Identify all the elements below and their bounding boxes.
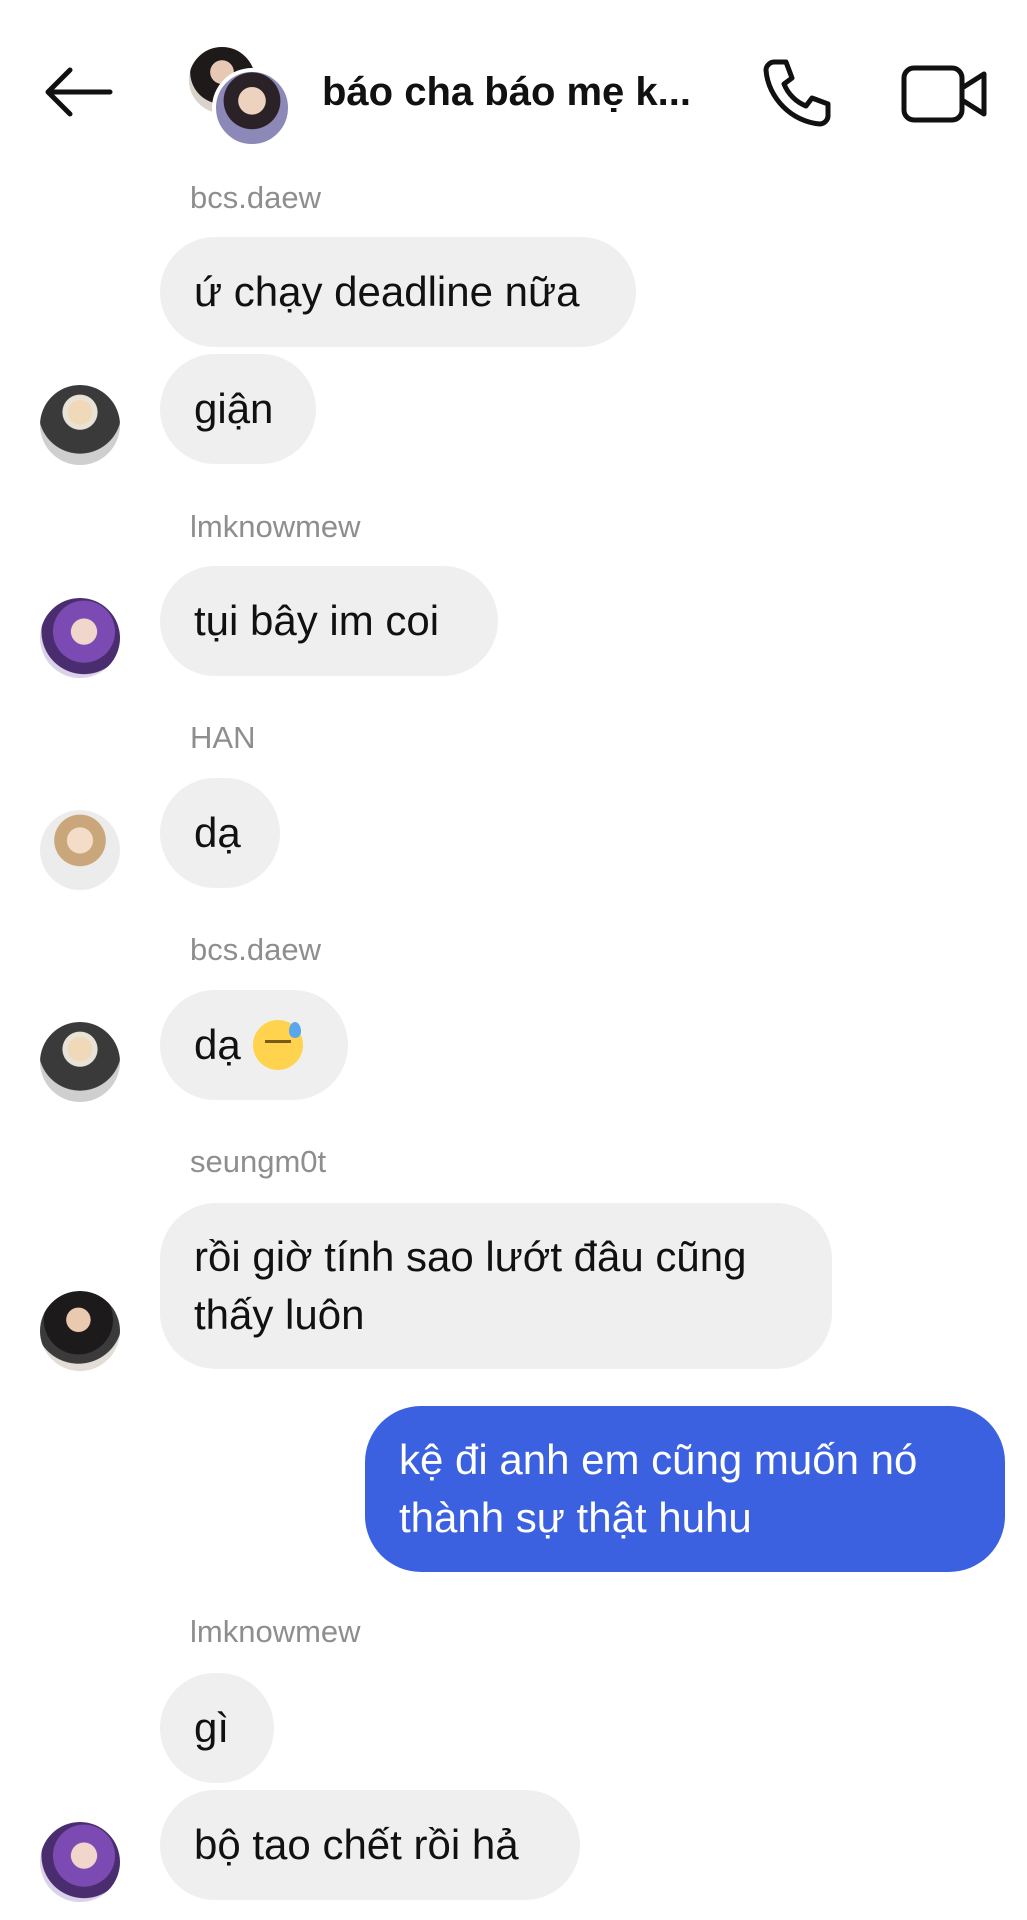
arrow-left-icon bbox=[45, 67, 113, 117]
message-text: tụi bây im coi bbox=[194, 597, 440, 644]
sender-name: lmknowmew bbox=[190, 1614, 361, 1649]
message-text: rồi giờ tính sao lướt đâu cũng bbox=[194, 1233, 747, 1280]
video-call-button[interactable] bbox=[900, 58, 990, 130]
message-bubble[interactable]: dạ bbox=[160, 778, 280, 888]
avatar[interactable] bbox=[40, 810, 120, 890]
avatar[interactable] bbox=[40, 598, 120, 678]
message-text: kệ đi anh em cũng muốn nó bbox=[399, 1436, 918, 1483]
avatar[interactable] bbox=[40, 1822, 120, 1902]
avatar[interactable] bbox=[40, 385, 120, 465]
chat-header: báo cha báo mẹ k... bbox=[0, 0, 1027, 180]
avatar[interactable] bbox=[40, 1022, 120, 1102]
message-text: thành sự thật huhu bbox=[399, 1494, 752, 1541]
message-bubble[interactable]: tụi bây im coi bbox=[160, 566, 498, 676]
message-text: bộ tao chết rồi hả bbox=[194, 1821, 519, 1868]
back-button[interactable] bbox=[40, 60, 120, 124]
video-camera-icon bbox=[901, 65, 987, 123]
message-text: thấy luôn bbox=[194, 1291, 365, 1338]
my-message-bubble[interactable]: kệ đi anh em cũng muốn nó thành sự thật … bbox=[365, 1406, 1005, 1572]
message-text: gì bbox=[194, 1704, 230, 1751]
message-text-block: kệ đi anh em cũng muốn nó thành sự thật … bbox=[399, 1431, 917, 1547]
phone-icon bbox=[763, 59, 831, 127]
group-avatar[interactable] bbox=[186, 44, 292, 148]
message-text-block: rồi giờ tính sao lướt đâu cũng thấy luôn bbox=[194, 1228, 747, 1344]
sender-name: HAN bbox=[190, 720, 256, 755]
sender-name: seungm0t bbox=[190, 1144, 327, 1179]
message-text: ứ chạy deadline nữa bbox=[194, 268, 580, 315]
message-bubble[interactable]: rồi giờ tính sao lướt đâu cũng thấy luôn bbox=[160, 1203, 832, 1369]
message-bubble[interactable]: dạ bbox=[160, 990, 348, 1100]
call-button[interactable] bbox=[760, 54, 836, 130]
message-text: giận bbox=[194, 385, 274, 432]
downcast-face-with-sweat-icon bbox=[252, 1020, 303, 1070]
sender-name: bcs.daew bbox=[190, 932, 321, 967]
message-bubble[interactable]: giận bbox=[160, 354, 316, 464]
chat-title[interactable]: báo cha báo mẹ k... bbox=[322, 64, 722, 120]
avatar[interactable] bbox=[40, 1291, 120, 1371]
message-bubble[interactable]: ứ chạy deadline nữa bbox=[160, 237, 636, 347]
message-text: dạ bbox=[194, 809, 241, 856]
message-text: dạ bbox=[194, 1021, 241, 1068]
message-bubble[interactable]: bộ tao chết rồi hả bbox=[160, 1790, 580, 1900]
sender-name: bcs.daew bbox=[190, 180, 321, 215]
member-avatar bbox=[212, 68, 292, 148]
sender-name: lmknowmew bbox=[190, 509, 361, 544]
message-bubble[interactable]: gì bbox=[160, 1673, 274, 1783]
